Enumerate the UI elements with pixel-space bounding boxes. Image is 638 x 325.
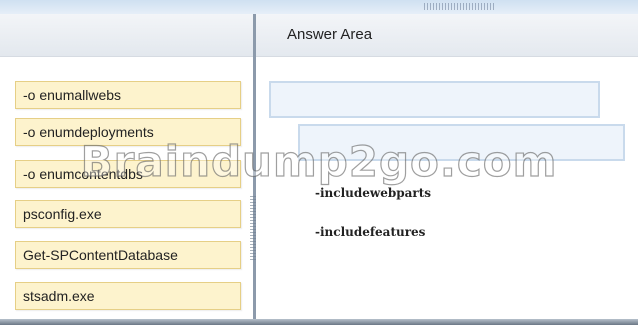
choice-enumdeployments[interactable]: -o enumdeployments	[15, 118, 241, 146]
choice-enumcontentdbs[interactable]: -o enumcontentdbs	[15, 160, 241, 188]
choice-stsadm[interactable]: stsadm.exe	[15, 282, 241, 310]
choice-enumallwebs[interactable]: -o enumallwebs	[15, 81, 241, 109]
answer-area: Answer Area	[256, 14, 638, 319]
answer-slot-operation[interactable]	[298, 124, 625, 161]
bottom-border	[0, 319, 638, 325]
choice-psconfig[interactable]: psconfig.exe	[15, 200, 241, 228]
answer-slot-command[interactable]	[269, 81, 600, 118]
code-include-features: -includefeatures	[315, 225, 426, 239]
drag-grip-icon[interactable]	[424, 3, 496, 10]
answer-area-title: Answer Area	[287, 26, 373, 43]
choice-get-spcontentdatabase[interactable]: Get-SPContentDatabase	[15, 241, 241, 269]
answer-area-header: Answer Area	[256, 14, 638, 57]
top-strip	[0, 0, 638, 14]
code-include-webparts: -includewebparts	[315, 186, 432, 200]
choices-header	[0, 14, 253, 57]
